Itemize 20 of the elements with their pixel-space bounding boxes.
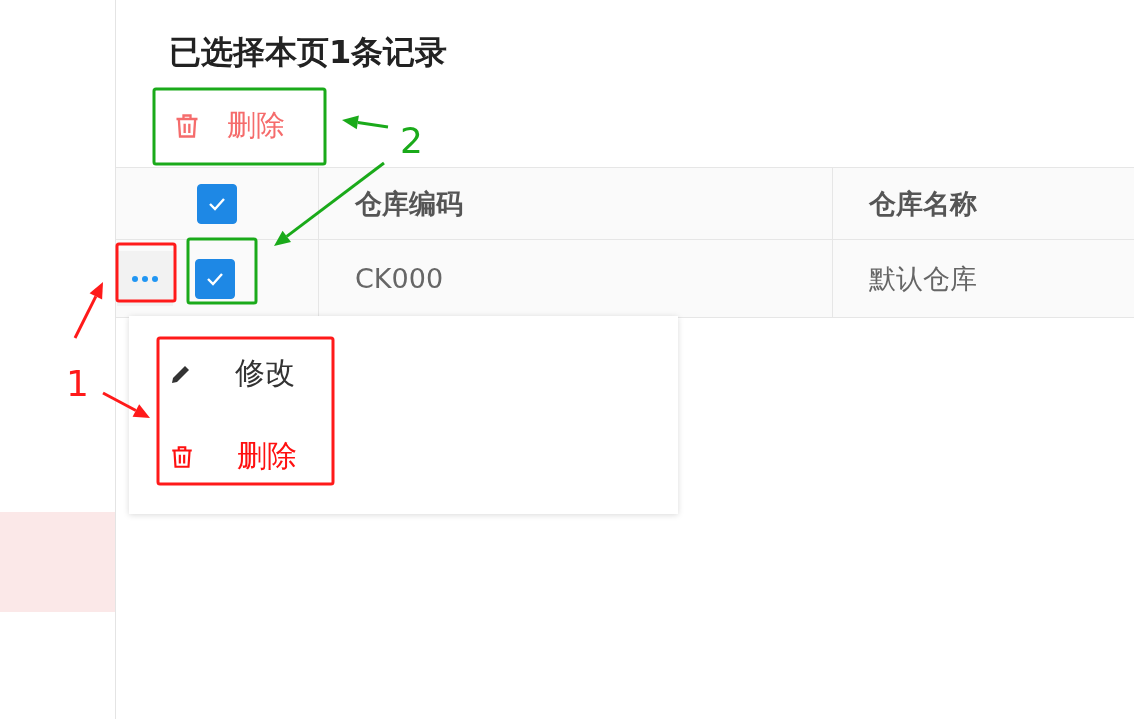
checkbox[interactable] [197, 183, 237, 224]
menu-item[interactable]: 修改 [129, 332, 678, 415]
checkbox[interactable] [195, 258, 235, 299]
annotation-box [115, 242, 177, 303]
annotation-arrow [73, 282, 103, 339]
more-button[interactable] [117, 251, 173, 306]
annotation-number: 2 [400, 120, 423, 161]
table-cell: CK000 [355, 263, 444, 294]
annotation-arrow [342, 115, 389, 130]
menu-item[interactable]: 删除 [129, 415, 678, 498]
column-header: 仓库名称 [869, 186, 977, 221]
annotation-number: 1 [66, 363, 89, 404]
ellipsis-icon [131, 274, 159, 283]
annotation-arrow [102, 391, 150, 418]
table-cell-text: 默认仓库 [869, 261, 977, 296]
delete-button[interactable]: 删除 [153, 88, 326, 164]
trash-icon [169, 443, 195, 470]
annotation-box [186, 237, 258, 305]
selection-title: 已选择本页1条记录 [169, 32, 449, 73]
column-header: 仓库编码 [355, 186, 463, 221]
